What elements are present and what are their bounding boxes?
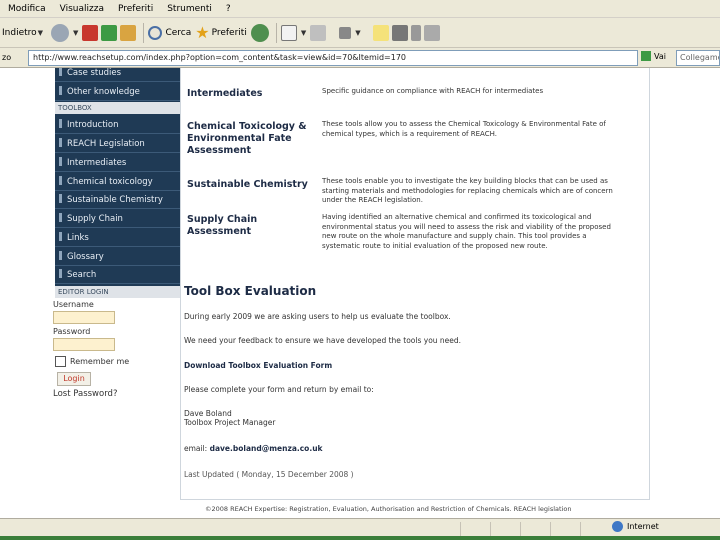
chevron-down-icon[interactable]: ▼ — [355, 29, 360, 37]
email-line: email: dave.boland@menza.co.uk — [184, 444, 323, 454]
toolbar-divider — [143, 22, 145, 43]
links-toolbar[interactable]: Collegamenti — [676, 50, 720, 66]
search-button[interactable]: Cerca — [148, 21, 191, 45]
username-label: Username — [53, 300, 94, 309]
toolbar-divider — [275, 22, 277, 43]
security-zone[interactable]: Internet — [612, 521, 659, 532]
menu-favorites[interactable]: Preferiti — [118, 4, 153, 14]
download-form-link[interactable]: Download Toolbox Evaluation Form — [184, 361, 332, 371]
back-label: Indietro — [2, 27, 37, 38]
status-cell — [580, 522, 610, 537]
address-input[interactable]: http://www.reachsetup.com/index.php?opti… — [28, 50, 638, 66]
sidebar-item-case-studies[interactable]: Case studies — [55, 68, 180, 82]
taskbar-strip — [0, 536, 720, 540]
sidebar-item-search[interactable]: Search — [55, 265, 180, 284]
sidebar-item-reach-legislation[interactable]: REACH Legislation — [55, 134, 180, 153]
menu-edit[interactable]: Modifica — [8, 4, 46, 14]
back-button[interactable]: Indietro ▼ — [2, 21, 47, 45]
contact-role: Toolbox Project Manager — [184, 418, 276, 427]
discuss-icon[interactable] — [372, 24, 389, 41]
favorites-label: Preferiti — [211, 27, 247, 38]
sidebar-item-links[interactable]: Links — [55, 228, 180, 247]
toolbar: Indietro ▼ ▼ Cerca ★ Preferiti ▼ ▼ — [0, 18, 720, 48]
login-button[interactable]: Login — [57, 372, 91, 386]
chevron-down-icon[interactable]: ▼ — [38, 29, 43, 37]
sidebar-item-introduction[interactable]: Introduction — [55, 115, 180, 134]
page-footer: ©2008 REACH Expertise: Registration, Eva… — [205, 505, 572, 513]
remember-checkbox[interactable] — [55, 356, 66, 367]
forward-icon[interactable] — [51, 23, 70, 42]
email-prefix: email: — [184, 444, 208, 453]
evaluation-title: Tool Box Evaluation — [184, 284, 317, 298]
status-cell — [520, 522, 550, 537]
username-input[interactable] — [53, 311, 115, 324]
go-arrow-icon — [641, 51, 651, 61]
main-content: Intermediates Specific guidance on compl… — [180, 68, 650, 500]
tool-name-sustainable-chemistry[interactable]: Sustainable Chemistry — [187, 179, 315, 191]
sidebar-item-intermediates[interactable]: Intermediates — [55, 153, 180, 172]
address-bar: zo http://www.reachsetup.com/index.php?o… — [0, 48, 720, 68]
menu-bar: Modifica Visualizza Preferiti Strumenti … — [0, 0, 720, 18]
evaluation-paragraph: Please complete your form and return by … — [184, 385, 374, 394]
sidebar-item-glossary[interactable]: Glossary — [55, 247, 180, 266]
web-page: Case studies Other knowledge TOOLBOX Int… — [0, 68, 720, 518]
home-icon[interactable] — [120, 24, 137, 41]
password-input[interactable] — [53, 338, 115, 351]
evaluation-paragraph: During early 2009 we are asking users to… — [184, 312, 451, 321]
menu-tools[interactable]: Strumenti — [167, 4, 212, 14]
remember-label: Remember me — [70, 357, 130, 366]
status-cell — [490, 522, 520, 537]
tool-name-supply-chain[interactable]: Supply Chain Assessment — [187, 214, 315, 238]
sidebar-item-supply-chain[interactable]: Supply Chain — [55, 209, 180, 228]
go-button[interactable]: Vai — [641, 51, 666, 61]
password-label: Password — [53, 327, 91, 336]
tools-icon[interactable] — [423, 24, 440, 41]
tool-desc-sustainable-chemistry: These tools enable you to investigate th… — [322, 177, 613, 204]
zone-label: Internet — [627, 522, 659, 531]
sidebar-item-chemical-toxicology[interactable]: Chemical toxicology — [55, 172, 180, 191]
favorites-button[interactable]: ★ Preferiti — [195, 21, 247, 45]
sidebar-header-toolbox: TOOLBOX — [55, 102, 180, 114]
tool-name-intermediates[interactable]: Intermediates — [187, 88, 315, 100]
evaluation-paragraph: We need your feedback to ensure we have … — [184, 336, 462, 345]
research-icon[interactable] — [391, 24, 408, 41]
tool-desc-supply-chain: Having identified an alternative chemica… — [322, 213, 611, 250]
sidebar-header-editor-login: EDITOR LOGIN — [55, 286, 180, 298]
status-cell — [550, 522, 580, 537]
history-icon[interactable] — [250, 23, 269, 42]
tool-desc-chemical-toxicology: These tools allow you to assess the Chem… — [322, 120, 606, 138]
messenger-icon[interactable] — [410, 24, 421, 41]
status-cells — [460, 522, 610, 537]
tool-desc-intermediates: Specific guidance on compliance with REA… — [322, 87, 544, 95]
chevron-down-icon[interactable]: ▼ — [73, 29, 78, 37]
print-icon[interactable] — [310, 24, 327, 41]
search-icon — [148, 25, 163, 40]
sidebar-item-other-knowledge[interactable]: Other knowledge — [55, 82, 180, 101]
lost-password-link[interactable]: Lost Password? — [53, 389, 117, 399]
globe-icon — [612, 521, 623, 532]
menu-view[interactable]: Visualizza — [60, 4, 104, 14]
star-icon: ★ — [195, 23, 210, 42]
mail-icon[interactable] — [280, 24, 297, 41]
menu-help[interactable]: ? — [226, 4, 231, 14]
go-label: Vai — [654, 51, 666, 61]
sidebar-item-sustainable-chemistry[interactable]: Sustainable Chemistry — [55, 190, 180, 209]
last-updated: Last Updated ( Monday, 15 December 2008 … — [184, 470, 354, 479]
email-link[interactable]: dave.boland@menza.co.uk — [210, 444, 323, 453]
status-cell — [460, 522, 490, 537]
stop-icon[interactable] — [82, 24, 99, 41]
edit-icon[interactable] — [339, 26, 352, 39]
refresh-icon[interactable] — [101, 24, 118, 41]
search-label: Cerca — [165, 27, 192, 38]
sidebar-nav: Case studies Other knowledge TOOLBOX Int… — [55, 68, 180, 298]
address-label: zo — [2, 53, 12, 62]
tool-name-chemical-toxicology[interactable]: Chemical Toxicology & Environmental Fate… — [187, 121, 315, 157]
chevron-down-icon[interactable]: ▼ — [301, 29, 306, 37]
